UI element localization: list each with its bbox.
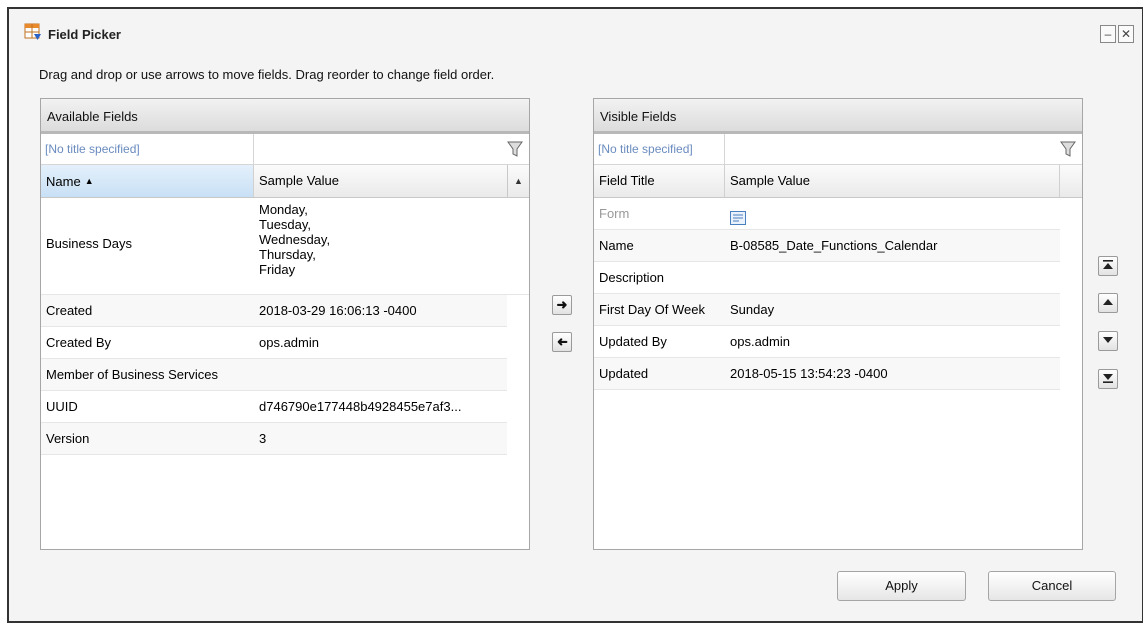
visible-fields-panel: Visible Fields [No title specified] Fiel… bbox=[593, 98, 1083, 550]
move-down-button[interactable] bbox=[1098, 331, 1118, 351]
table-row[interactable]: Version 3 bbox=[41, 423, 507, 455]
table-row[interactable]: Name B-08585_Date_Functions_Calendar bbox=[594, 230, 1060, 262]
move-left-button[interactable]: ➜ bbox=[552, 332, 572, 352]
field-title-column-header[interactable]: Field Title bbox=[594, 165, 725, 197]
table-row[interactable]: Form bbox=[594, 198, 1060, 230]
visible-column-headers: Field Title Sample Value bbox=[594, 165, 1082, 198]
filter-icon[interactable] bbox=[507, 140, 523, 158]
available-column-headers: Name ▲ Sample Value ▲ bbox=[41, 165, 529, 198]
name-column-header[interactable]: Name ▲ bbox=[41, 165, 254, 197]
close-button[interactable]: ✕ bbox=[1118, 25, 1134, 43]
available-fields-header: Available Fields bbox=[41, 99, 529, 134]
visible-filter-row: [No title specified] bbox=[594, 134, 1082, 165]
table-row[interactable]: Created By ops.admin bbox=[41, 327, 507, 359]
move-bottom-icon bbox=[1102, 371, 1114, 386]
table-row[interactable]: Business Days Monday, Tuesday, Wednesday… bbox=[41, 198, 529, 295]
move-top-icon bbox=[1102, 258, 1114, 273]
table-row[interactable]: First Day Of Week Sunday bbox=[594, 294, 1060, 326]
move-up-icon bbox=[1102, 295, 1114, 310]
available-filter-input[interactable]: [No title specified] bbox=[41, 134, 254, 164]
instruction-text: Drag and drop or use arrows to move fiel… bbox=[39, 67, 495, 82]
move-right-button[interactable]: ➜ bbox=[552, 295, 572, 315]
available-filter-row: [No title specified] bbox=[41, 134, 529, 165]
table-row[interactable]: Updated By ops.admin bbox=[594, 326, 1060, 358]
move-up-button[interactable] bbox=[1098, 293, 1118, 313]
cancel-button[interactable]: Cancel bbox=[988, 571, 1116, 601]
table-row[interactable]: Created 2018-03-29 16:06:13 -0400 bbox=[41, 295, 507, 327]
table-row[interactable]: Member of Business Services bbox=[41, 359, 507, 391]
table-row[interactable]: Updated 2018-05-15 13:54:23 -0400 bbox=[594, 358, 1060, 390]
move-to-top-button[interactable] bbox=[1098, 256, 1118, 276]
visible-filter-input[interactable]: [No title specified] bbox=[594, 134, 725, 164]
minimize-button[interactable]: – bbox=[1100, 25, 1116, 43]
arrow-right-icon: ➜ bbox=[556, 297, 568, 312]
arrow-left-icon: ➜ bbox=[556, 334, 568, 349]
sample-value-column-header[interactable]: Sample Value bbox=[725, 165, 1060, 197]
table-row[interactable]: UUID d746790e177448b4928455e7af3... bbox=[41, 391, 507, 423]
move-to-bottom-button[interactable] bbox=[1098, 369, 1118, 389]
scroll-up-icon[interactable]: ▲ bbox=[507, 165, 529, 197]
filter-icon[interactable] bbox=[1060, 140, 1076, 158]
field-picker-app-icon bbox=[24, 23, 42, 41]
dialog-title: Field Picker bbox=[48, 27, 121, 42]
dialog-titlebar[interactable]: Field Picker – ✕ bbox=[8, 9, 1144, 55]
table-row[interactable]: Description bbox=[594, 262, 1060, 294]
sample-value-column-header[interactable]: Sample Value bbox=[254, 165, 508, 197]
available-fields-panel: Available Fields [No title specified] Na… bbox=[40, 98, 530, 550]
sort-ascending-icon: ▲ bbox=[84, 176, 94, 186]
move-down-icon bbox=[1102, 333, 1114, 348]
visible-fields-header: Visible Fields bbox=[594, 99, 1082, 134]
apply-button[interactable]: Apply bbox=[837, 571, 966, 601]
